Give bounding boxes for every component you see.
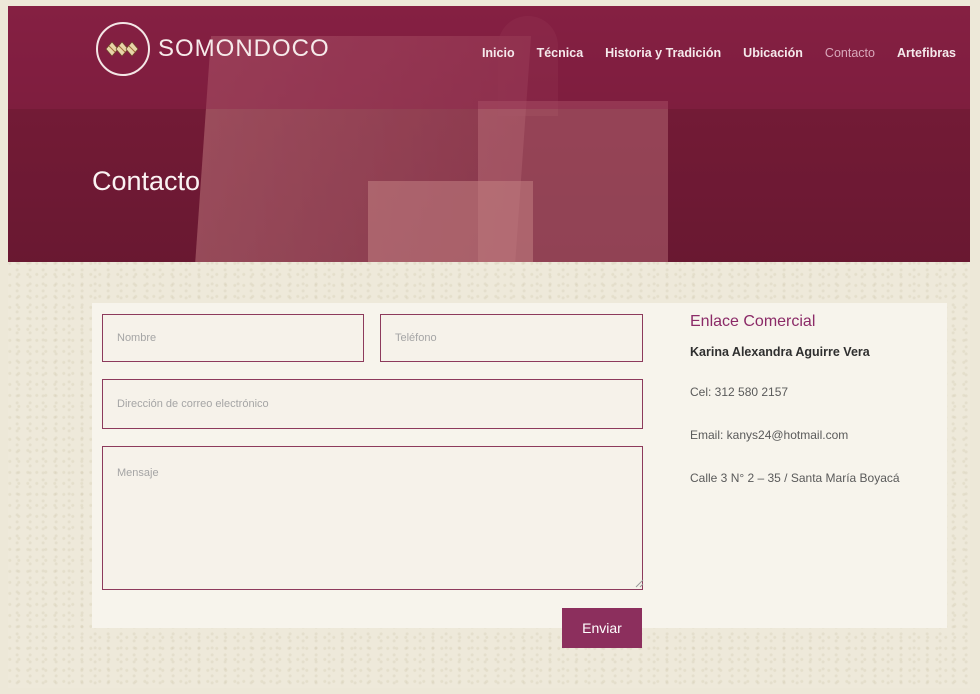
message-textarea[interactable] (102, 446, 643, 590)
contact-heading: Enlace Comercial (690, 313, 816, 330)
main-nav: Inicio Técnica Historia y Tradición Ubic… (482, 46, 956, 60)
hero-banner: SOMONDOCO Inicio Técnica Historia y Trad… (8, 6, 970, 262)
page-title: Contacto (92, 166, 201, 196)
submit-button[interactable]: Enviar (562, 608, 642, 648)
phone-input[interactable] (380, 314, 643, 362)
site-logo[interactable]: SOMONDOCO (96, 22, 330, 76)
contact-person: Karina Alexandra Aguirre Vera (690, 345, 870, 359)
contact-phone: Cel: 312 580 2157 (690, 385, 789, 399)
contact-address: Calle 3 N° 2 – 35 / Santa María Boyacá (690, 471, 900, 485)
nav-item-inicio[interactable]: Inicio (482, 46, 515, 60)
nav-item-artefibras[interactable]: Artefibras (897, 46, 956, 60)
nav-item-contacto[interactable]: Contacto (825, 46, 875, 60)
name-input[interactable] (102, 314, 364, 362)
nav-item-ubicacion[interactable]: Ubicación (743, 46, 803, 60)
contact-info: Enlace Comercial Karina Alexandra Aguirr… (690, 313, 900, 514)
page-frame: SOMONDOCO Inicio Técnica Historia y Trad… (8, 6, 970, 688)
contact-email: Email: kanys24@hotmail.com (690, 428, 849, 442)
resize-handle-icon[interactable] (634, 578, 644, 588)
nav-item-tecnica[interactable]: Técnica (537, 46, 584, 60)
nav-item-historia[interactable]: Historia y Tradición (605, 46, 721, 60)
brand-name: SOMONDOCO (158, 35, 330, 62)
email-input[interactable] (102, 379, 643, 429)
woven-basket-icon (96, 22, 150, 76)
